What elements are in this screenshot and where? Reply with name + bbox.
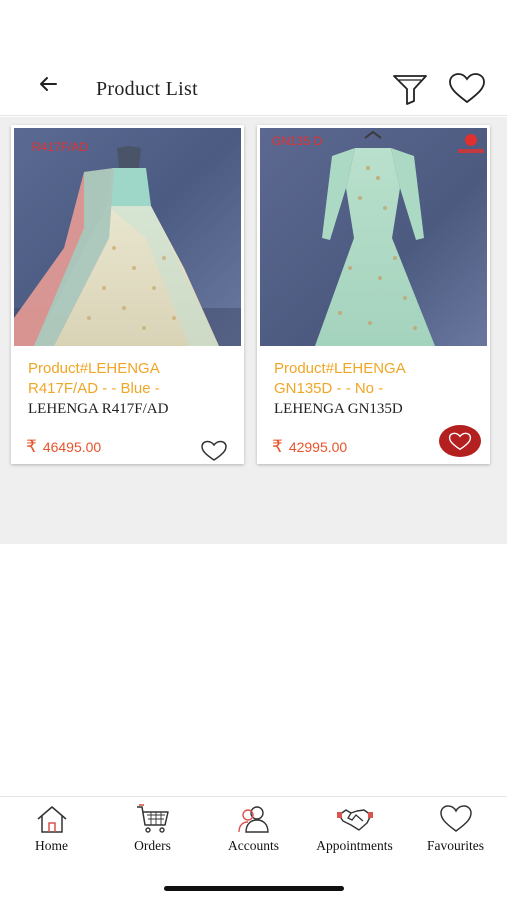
header-favourite-button[interactable] [447, 72, 487, 106]
tab-label: Favourites [427, 838, 484, 853]
home-indicator[interactable] [164, 886, 344, 891]
tab-accounts[interactable]: Accounts [203, 797, 304, 865]
currency-symbol: ₹ [26, 437, 37, 456]
currency-symbol: ₹ [272, 437, 283, 456]
gown-green-image [260, 128, 487, 346]
lehenga-blue-image [14, 128, 241, 346]
product-card[interactable]: GN135 D Product#LEHENGA GN135D - - No - … [257, 125, 490, 464]
heart-outline-icon [448, 432, 472, 450]
home-icon [37, 806, 66, 833]
heart-outline-icon [201, 440, 227, 461]
back-arrow-icon [40, 77, 57, 91]
back-button[interactable] [34, 70, 62, 98]
handshake-icon [336, 809, 373, 831]
page-title: Product List [96, 78, 198, 100]
product-name-line1: Product#LEHENGA [28, 360, 160, 377]
product-name-line2: R417F/AD - - Blue - [28, 380, 160, 397]
status-bar [0, 0, 507, 50]
tab-label: Appointments [316, 838, 393, 853]
tab-orders[interactable]: Orders [102, 797, 203, 865]
tab-appointments[interactable]: Appointments [304, 797, 405, 865]
product-price: ₹46495.00 [26, 437, 101, 457]
sku-tag: GN135 D [272, 134, 323, 148]
product-subtitle: LEHENGA GN135D [274, 401, 403, 417]
product-image[interactable]: GN135 D [260, 128, 487, 346]
heart-outline-icon [449, 73, 485, 104]
app-header: Product List [0, 50, 507, 116]
product-name: Product#LEHENGA GN135D - - No - [274, 359, 479, 399]
heart-icon [439, 805, 472, 832]
product-card[interactable]: R417F/AD Product#LEHENGA R417F/AD - - Bl… [11, 125, 244, 464]
tab-favourites[interactable]: Favourites [405, 797, 506, 865]
favourite-toggle-button[interactable] [199, 439, 229, 463]
filter-icon [393, 75, 427, 105]
product-price: ₹42995.00 [272, 437, 347, 457]
bottom-tab-bar: Home Orders Accounts Appointments Favour… [0, 796, 507, 864]
product-image[interactable]: R417F/AD [14, 128, 241, 346]
filter-button[interactable] [391, 72, 429, 106]
tab-label: Orders [134, 838, 171, 853]
price-value: 42995.00 [288, 439, 348, 455]
tab-label: Accounts [228, 838, 279, 853]
product-subtitle: LEHENGA R417F/AD [28, 401, 169, 417]
users-icon [237, 806, 269, 833]
product-name-line2: GN135D - - No - [274, 380, 384, 397]
product-name-line1: Product#LEHENGA [274, 360, 406, 377]
product-name: Product#LEHENGA R417F/AD - - Blue - [28, 359, 233, 399]
favourite-toggle-button[interactable] [439, 425, 481, 457]
price-value: 46495.00 [42, 439, 102, 455]
tab-home[interactable]: Home [1, 797, 102, 865]
tab-label: Home [35, 838, 68, 853]
product-list: R417F/AD Product#LEHENGA R417F/AD - - Bl… [0, 117, 507, 544]
cart-icon [136, 804, 169, 833]
sku-tag: R417F/AD [32, 140, 89, 154]
